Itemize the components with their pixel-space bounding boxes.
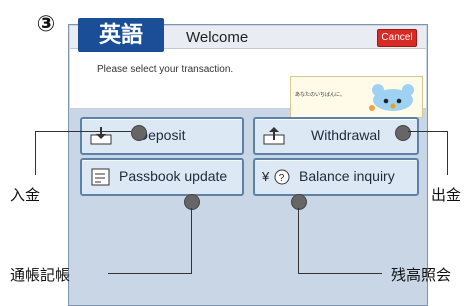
deposit-icon	[90, 127, 112, 145]
withdrawal-icon	[263, 127, 285, 145]
deposit-dot	[131, 125, 147, 141]
withdrawal-dot	[395, 125, 411, 141]
withdrawal-annotation: 出金	[431, 187, 462, 204]
svg-text:?: ?	[279, 173, 285, 184]
balance-inquiry-dot	[291, 194, 307, 210]
prompt-text: Please select your transaction.	[97, 64, 234, 75]
banner-text: あなたのいちばんに。	[295, 92, 346, 98]
deposit-annotation: 入金	[10, 187, 41, 204]
balance-inquiry-icon: ¥ ?	[261, 169, 290, 185]
balance-inquiry-label: Balance inquiry	[299, 168, 395, 184]
passbook-update-callout	[191, 208, 192, 274]
atm-screen: Welcome Cancel Please select your transa…	[68, 24, 428, 306]
svg-text:¥: ¥	[261, 169, 270, 184]
withdrawal-callout	[447, 131, 448, 175]
withdrawal-label: Withdrawal	[311, 127, 381, 143]
balance-inquiry-callout	[298, 208, 299, 274]
balance-inquiry-button[interactable]: ¥ ? Balance inquiry	[253, 158, 419, 196]
passbook-update-dot	[184, 194, 200, 210]
deposit-callout	[35, 131, 131, 132]
deposit-button[interactable]: Deposit	[80, 117, 244, 155]
passbook-update-callout	[108, 273, 192, 274]
balance-inquiry-callout	[298, 273, 382, 274]
balance-inquiry-annotation: 残高照会	[391, 267, 452, 284]
withdrawal-callout	[408, 131, 448, 132]
mascot-icon	[369, 84, 414, 111]
info-panel: Please select your transaction. あなたのいちばん…	[70, 49, 426, 118]
mascot-banner: あなたのいちばんに。	[290, 76, 423, 118]
deposit-callout	[35, 131, 36, 175]
passbook-icon	[91, 168, 110, 186]
passbook-update-button[interactable]: Passbook update	[80, 158, 244, 196]
language-tab[interactable]: 英語	[78, 18, 164, 52]
passbook-update-annotation: 通帳記帳	[10, 267, 71, 284]
screen-title: Welcome	[186, 29, 249, 46]
withdrawal-button[interactable]: Withdrawal	[253, 117, 419, 155]
step-number: ③	[30, 8, 62, 40]
cancel-button[interactable]: Cancel	[377, 29, 417, 47]
passbook-update-label: Passbook update	[119, 168, 228, 184]
